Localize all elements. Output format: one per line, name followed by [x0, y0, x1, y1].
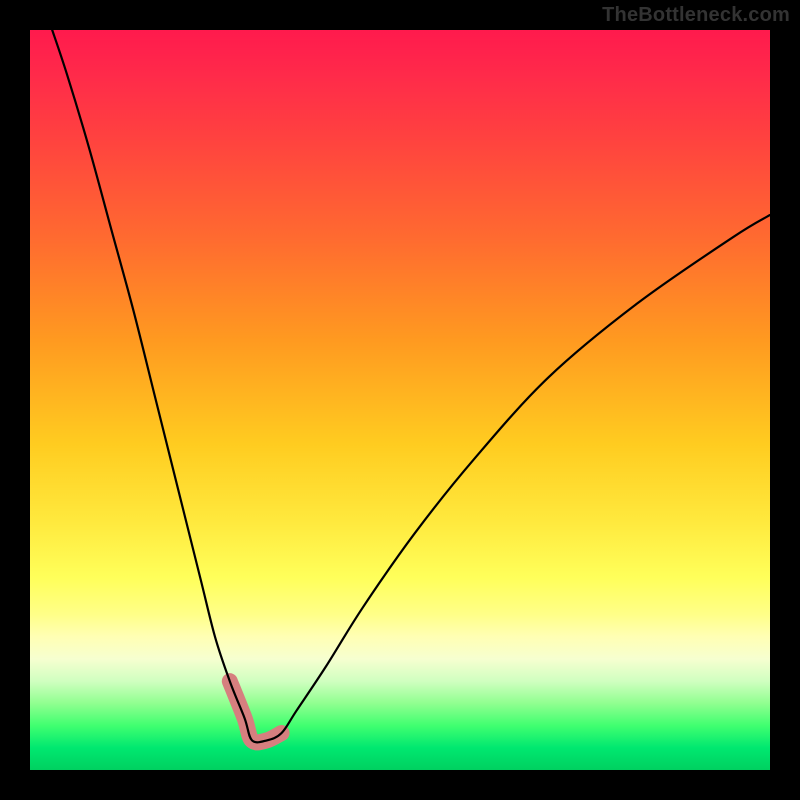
bottleneck-curve-svg — [30, 30, 770, 770]
bottleneck-curve-line — [52, 30, 770, 742]
watermark-text: TheBottleneck.com — [602, 4, 790, 27]
plot-area — [30, 30, 770, 770]
chart-frame: TheBottleneck.com — [0, 0, 800, 800]
optimal-range-marker — [230, 681, 282, 742]
